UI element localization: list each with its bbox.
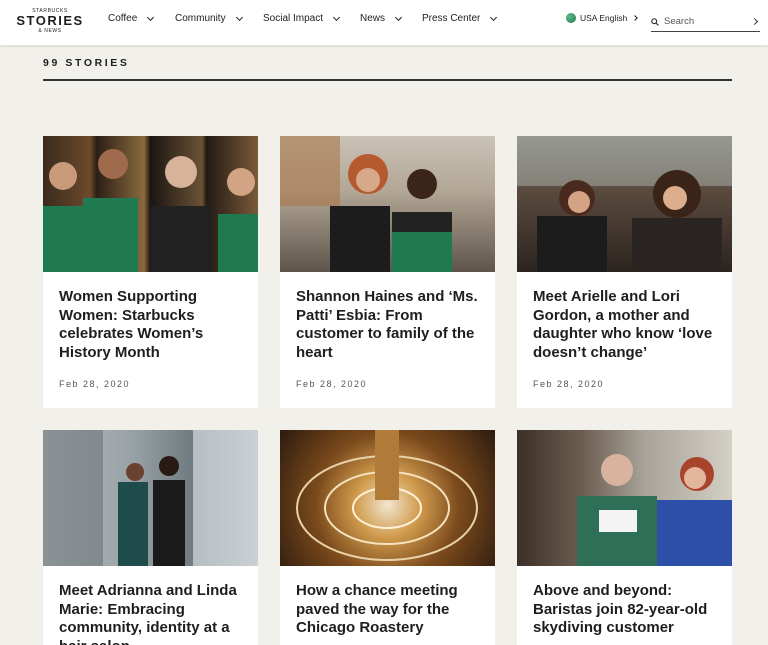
globe-icon [566, 13, 576, 23]
story-card-womens-history-month[interactable]: Women Supporting Women: Starbucks celebr… [43, 136, 258, 408]
nav-item-label: News [360, 13, 386, 24]
story-card-shannon-haines[interactable]: Shannon Haines and ‘Ms. Patti’ Esbia: Fr… [280, 136, 495, 408]
search-submit-chevron-icon[interactable] [750, 17, 759, 26]
story-title: Meet Arielle and Lori Gordon, a mother a… [533, 288, 713, 361]
story-card-chicago-roastery[interactable]: How a chance meeting paved the way for t… [280, 430, 495, 645]
search-icon [651, 17, 659, 26]
nav-item-label: Community [175, 13, 226, 24]
story-image [43, 136, 258, 272]
photo-roastery-spiral [296, 430, 478, 561]
photo-two-women-street [43, 430, 258, 566]
starbucks-stories-logo[interactable]: STARBUCKS STORIES & NEWS [15, 8, 85, 34]
story-card-skydiving-customer[interactable]: Above and beyond: Baristas join 82-year-… [517, 430, 732, 645]
nav-item-social-impact[interactable]: Social Impact [263, 13, 341, 24]
chevron-right-icon [632, 15, 639, 21]
story-title: Meet Adrianna and Linda Marie: Embracing… [59, 582, 237, 645]
nav-item-label: Press Center [422, 13, 481, 24]
search-input[interactable] [664, 16, 744, 27]
nav-item-news[interactable]: News [360, 13, 403, 24]
chevron-down-icon [394, 13, 403, 21]
stories-count-heading: 99 STORIES [43, 57, 130, 69]
story-card-adrianna-and-linda-marie[interactable]: Meet Adrianna and Linda Marie: Embracing… [43, 430, 258, 645]
nav-item-label: Coffee [108, 13, 138, 24]
chevron-down-icon [235, 13, 243, 21]
chevron-down-icon [332, 13, 341, 21]
story-card-arielle-and-lori[interactable]: Meet Arielle and Lori Gordon, a mother a… [517, 136, 732, 408]
story-date: Feb 28, 2020 [296, 379, 368, 389]
photo-two-women [280, 136, 452, 272]
story-date: Feb 28, 2020 [59, 379, 131, 389]
heading-divider [43, 79, 732, 81]
chevron-down-icon [147, 13, 155, 21]
story-title: How a chance meeting paved the way for t… [296, 582, 458, 636]
top-navigation-bar: STARBUCKS STORIES & NEWS Coffee Communit… [0, 0, 768, 45]
story-image [43, 430, 258, 566]
nav-item-coffee[interactable]: Coffee [108, 13, 155, 24]
photo-barista-and-customer [577, 454, 732, 566]
photo-four-baristas [43, 149, 258, 272]
story-image [517, 136, 732, 272]
logo-line-stories: STORIES [16, 13, 84, 28]
story-date: Feb 28, 2020 [533, 379, 605, 389]
language-label: USA English [580, 13, 628, 23]
story-title: Women Supporting Women: Starbucks celebr… [59, 288, 204, 361]
story-title: Above and beyond: Baristas join 82-year-… [533, 582, 708, 636]
nav-item-label: Social Impact [263, 13, 324, 24]
story-image [517, 430, 732, 566]
story-title: Shannon Haines and ‘Ms. Patti’ Esbia: Fr… [296, 288, 478, 361]
chevron-down-icon [490, 13, 498, 21]
nav-item-community[interactable]: Community [175, 13, 243, 24]
logo-line-news: & NEWS [38, 28, 62, 34]
photo-mother-daughter [517, 136, 732, 272]
story-image [280, 136, 495, 272]
nav-item-press-center[interactable]: Press Center [422, 13, 498, 24]
story-image [280, 430, 495, 566]
language-selector[interactable]: USA English [566, 13, 639, 23]
search-box [651, 12, 760, 32]
